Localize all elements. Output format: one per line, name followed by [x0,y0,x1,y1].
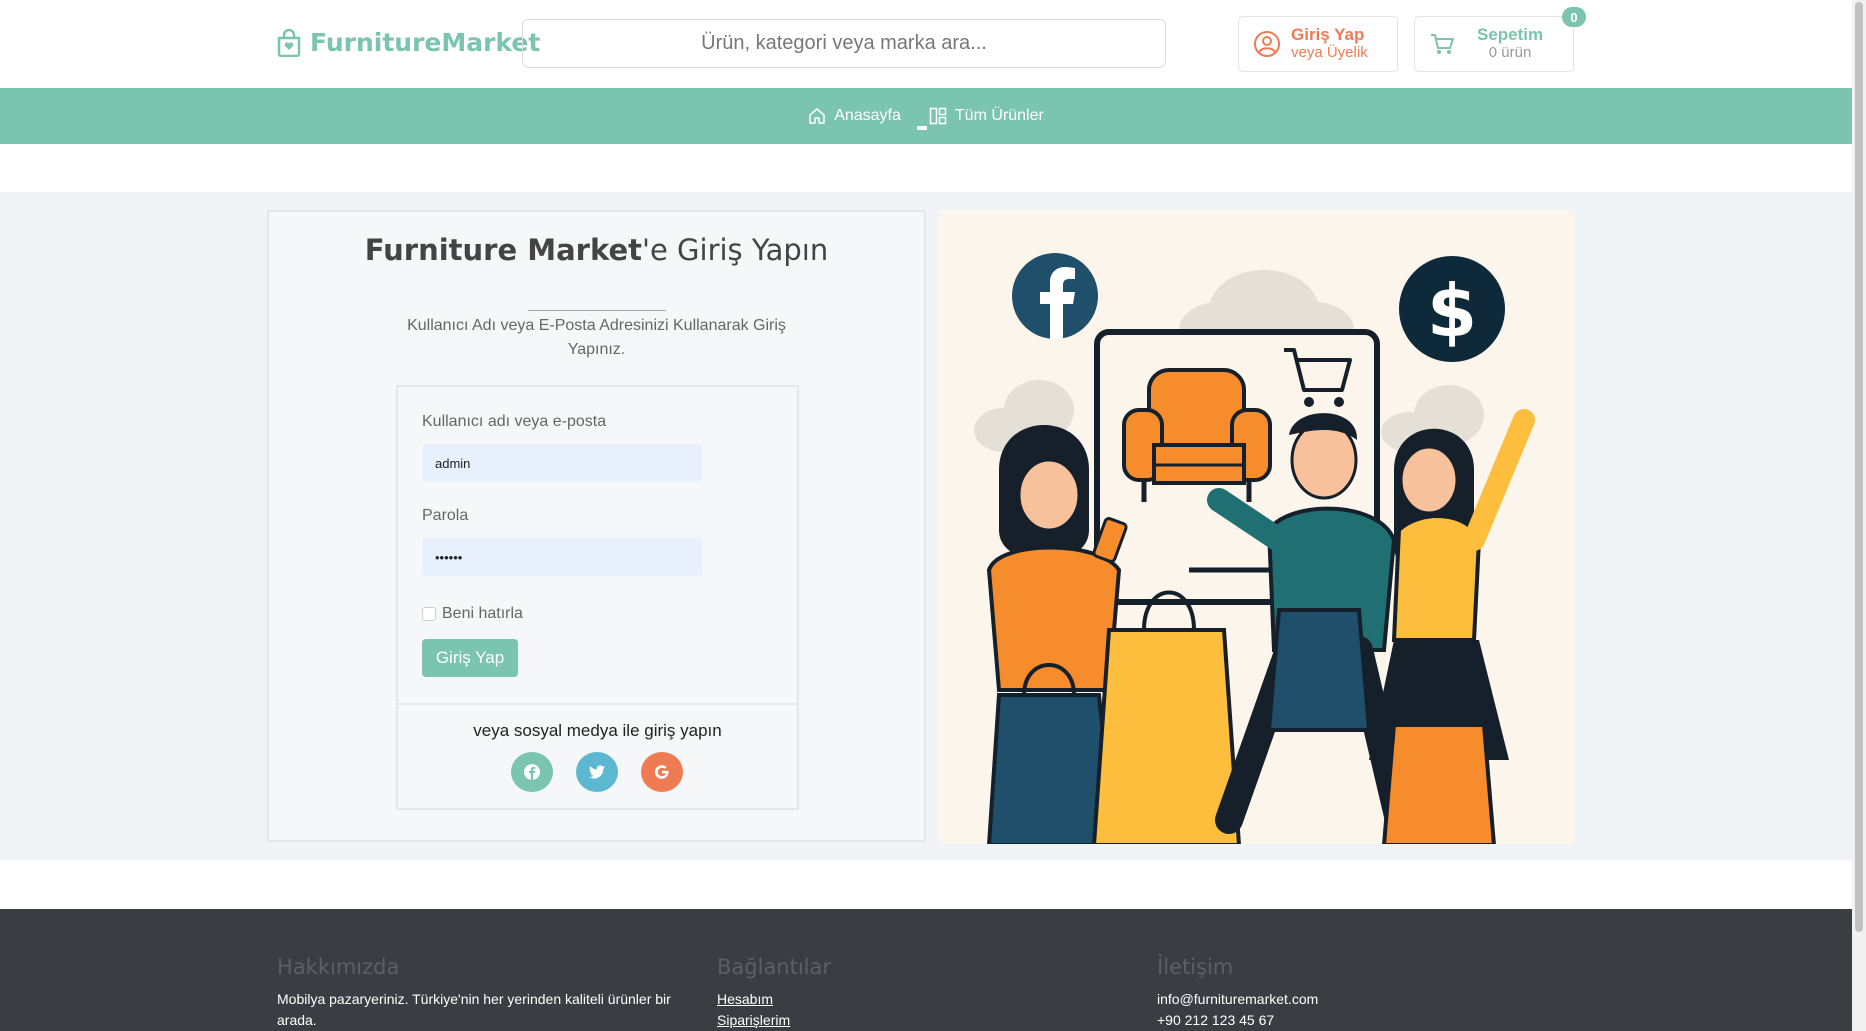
nav-active-indicator [917,126,927,130]
password-input[interactable]: •••••• [422,538,702,576]
nav-label-all-products: Tüm Ürünler [954,107,1044,124]
register-label: veya Üyelik [1291,44,1368,61]
twitter-login-button[interactable] [576,752,618,792]
footer-contact: İletişim info@furnituremarket.com +90 21… [1157,955,1318,1031]
shopping-illustration: $ [939,210,1574,844]
cart-badge: 0 [1562,7,1586,27]
page-title: Furniture Market'e Giriş Yapın [269,234,924,267]
social-login: veya sosyal medya ile giriş yapın [396,703,799,810]
footer-link-account[interactable]: Hesabım [717,989,831,1010]
footer: Hakkımızda Mobilya pazaryeriniz. Türkiye… [0,909,1852,1031]
checkbox-box[interactable] [422,607,436,621]
search-placeholder: Ürün, kategori veya marka ara... [701,32,987,54]
login-form: Kullanıcı adı veya e-posta admin Parola … [396,385,799,705]
login-label: Giriş Yap [1291,25,1365,44]
footer-about: Hakkımızda Mobilya pazaryeriniz. Türkiye… [277,955,687,1031]
submit-login-button[interactable]: Giriş Yap [422,639,518,677]
footer-contact-title: İletişim [1157,955,1234,979]
scrollbar-thumb[interactable] [1855,2,1863,932]
grid-icon [929,107,947,125]
remember-me-label: Beni hatırla [442,605,523,622]
home-icon [809,108,825,124]
title-brand: Furniture Market [364,233,643,267]
footer-about-title: Hakkımızda [277,955,400,979]
footer-about-text: Mobilya pazaryeriniz. Türkiye'nin her ye… [277,991,671,1028]
cart-icon [1431,34,1454,54]
cart-label: Sepetim [1477,25,1544,44]
nav-item-home[interactable]: Anasayfa [808,107,901,125]
footer-links: Bağlantılar Hesabım Siparişlerim [717,955,831,1031]
login-register-button[interactable]: Giriş Yap veya Üyelik [1238,16,1398,72]
nav-label-home: Anasayfa [834,107,901,124]
title-divider [528,310,666,311]
twitter-icon [589,765,605,779]
search-input[interactable]: Ürün, kategori veya marka ara... [522,19,1166,68]
login-card: Furniture Market'e Giriş Yapın Kullanıcı… [267,210,926,842]
username-value: admin [435,455,471,471]
facebook-icon [524,764,540,780]
remember-me-checkbox[interactable]: Beni hatırla [422,605,523,623]
password-value: •••••• [435,549,463,565]
header: FurnitureMarket Ürün, kategori veya mark… [0,0,1852,88]
google-icon [654,765,669,779]
password-label: Parola [422,507,469,524]
cart-button[interactable]: Sepetim 0 ürün [1414,16,1574,72]
username-input[interactable]: admin [422,444,702,482]
google-login-button[interactable] [641,752,683,792]
shopping-bag-icon [277,28,301,57]
title-rest: 'e Giriş Yapın [642,233,829,267]
cart-count-text: 0 ürün [1488,44,1532,61]
user-circle-icon [1254,31,1280,57]
illustration-svg: $ [974,253,1535,844]
footer-contact-phone: +90 212 123 45 67 [1157,1012,1275,1028]
svg-text:$: $ [1427,269,1477,353]
nav-item-all-products[interactable]: Tüm Ürünler [929,107,1044,125]
username-label: Kullanıcı adı veya e-posta [422,413,607,430]
facebook-login-button[interactable] [511,752,553,792]
footer-links-title: Bağlantılar [717,955,832,979]
social-login-text: veya sosyal medya ile giriş yapın [473,721,722,740]
main-nav: Anasayfa Tüm Ürünler [0,88,1852,144]
logo[interactable]: FurnitureMarket [276,28,540,57]
footer-link-orders[interactable]: Siparişlerim [717,1010,831,1031]
logo-text: FurnitureMarket [310,28,541,57]
footer-contact-email: info@furnituremarket.com [1157,991,1319,1007]
page-subtitle: Kullanıcı Adı veya E-Posta Adresinizi Ku… [407,317,786,358]
